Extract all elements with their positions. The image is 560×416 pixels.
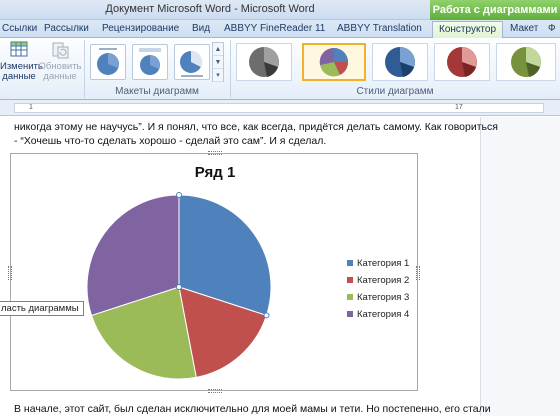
document-paragraph-line: никогда этому не научусь”. И я понял, чт… xyxy=(14,121,498,133)
legend-label: Категория 1 xyxy=(357,258,410,269)
ruler-number: 1 xyxy=(29,104,33,111)
table-icon xyxy=(8,40,30,60)
page-right-gutter xyxy=(480,117,560,416)
tab-view[interactable]: Вид xyxy=(192,22,210,38)
tab-format[interactable]: Ф xyxy=(548,22,556,38)
tab-layout[interactable]: Макет xyxy=(510,22,538,38)
chart-style-3[interactable] xyxy=(372,43,428,81)
document-paragraph-line: - “Хочешь что-то сделать хорошо - сделай… xyxy=(14,135,327,147)
change-data-label-line2: данные xyxy=(2,71,36,82)
refresh-data-button[interactable]: Обновить данные xyxy=(38,40,82,82)
chart-style-5[interactable] xyxy=(496,43,556,81)
tab-abbyy-translation[interactable]: ABBYY Translation xyxy=(337,22,422,38)
legend-item: Категория 2 xyxy=(347,275,409,292)
scroll-up-icon[interactable]: ▲ xyxy=(213,43,223,56)
chart-style-4[interactable] xyxy=(434,43,490,81)
chart-layout-2[interactable] xyxy=(132,44,168,80)
refresh-data-label-line2: данные xyxy=(43,71,77,82)
legend-item: Категория 1 xyxy=(347,258,409,275)
ribbon: Изменить данные Обновить данные ▲ ▼ ▾ Ма… xyxy=(0,38,560,100)
legend-swatch xyxy=(347,260,353,266)
ruler-number: 17 xyxy=(455,104,463,111)
legend-swatch xyxy=(347,311,353,317)
chart-layout-3[interactable] xyxy=(174,44,210,80)
layouts-group-label: Макеты диаграмм xyxy=(115,86,199,97)
ruler-scale[interactable]: 1 17 xyxy=(14,103,544,113)
legend-label: Категория 4 xyxy=(357,309,410,320)
slice-selection-handle[interactable] xyxy=(263,312,270,319)
layouts-gallery-scroll[interactable]: ▲ ▼ ▾ xyxy=(212,42,224,82)
chart-layout-1[interactable] xyxy=(90,44,126,80)
ribbon-tabs: Ссылки Рассылки Рецензирование Вид ABBYY… xyxy=(0,20,560,39)
chart-tools-context-header: Работа с диаграммами xyxy=(430,0,560,20)
document-paragraph-line: В начале, этот сайт, был сделан исключит… xyxy=(14,403,491,415)
gallery-more-icon[interactable]: ▾ xyxy=(213,69,223,82)
styles-group-label: Стили диаграмм xyxy=(356,86,434,97)
legend-item: Категория 3 xyxy=(347,292,409,309)
legend-swatch xyxy=(347,294,353,300)
tab-design[interactable]: Конструктор xyxy=(432,21,504,39)
scroll-down-icon[interactable]: ▼ xyxy=(213,56,223,69)
legend-label: Категория 2 xyxy=(357,275,410,286)
tab-references[interactable]: Ссылки xyxy=(2,22,37,38)
tab-review[interactable]: Рецензирование xyxy=(102,22,179,38)
refresh-data-icon xyxy=(49,40,71,60)
chart-area-tooltip: ласть диаграммы xyxy=(0,301,84,316)
legend-swatch xyxy=(347,277,353,283)
legend-label: Категория 3 xyxy=(357,292,410,303)
legend-item: Категория 4 xyxy=(347,309,409,326)
slice-selection-handle[interactable] xyxy=(176,284,182,290)
horizontal-ruler: 1 17 xyxy=(0,100,560,116)
chart-style-2[interactable] xyxy=(302,43,366,81)
window-title: Документ Microsoft Word - Microsoft Word xyxy=(105,3,315,15)
tab-abbyy-finereader[interactable]: ABBYY FineReader 11 xyxy=(224,22,325,38)
change-data-button[interactable]: Изменить данные xyxy=(0,40,43,82)
chart-area[interactable]: Ряд 1 Категория 1 Категория 2 Категория … xyxy=(8,151,420,393)
slice-selection-handle[interactable] xyxy=(176,192,182,198)
chart-style-1[interactable] xyxy=(236,43,292,81)
chart-legend[interactable]: Категория 1 Категория 2 Категория 3 Кате… xyxy=(347,258,409,326)
tab-mailings[interactable]: Рассылки xyxy=(44,22,89,38)
